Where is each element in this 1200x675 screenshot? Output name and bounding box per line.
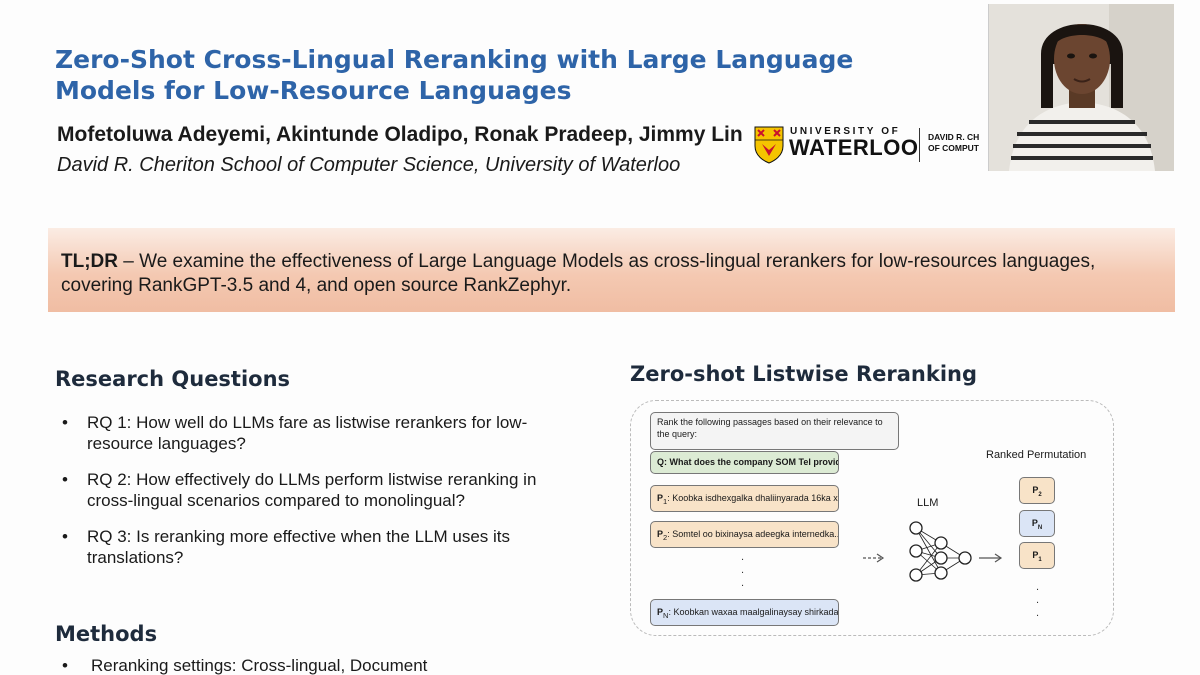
- list-item: • RQ 2: How effectively do LLMs perform l…: [62, 469, 562, 511]
- ranked-sub: 2: [1038, 491, 1042, 498]
- presenter-video-icon: [989, 4, 1174, 171]
- slide-title-line-1: Zero-Shot Cross-Lingual Reranking with L…: [55, 45, 854, 74]
- passage-box-n: PN: Koobkan waxaa maalgalinaysay shirkad…: [650, 599, 839, 626]
- research-questions-heading: Research Questions: [55, 367, 291, 391]
- ranked-sub: 1: [1038, 556, 1042, 563]
- logo-school-line-2: OF COMPUT: [928, 143, 979, 153]
- research-question-3: RQ 3: Is reranking more effective when t…: [87, 527, 510, 567]
- presenter-webcam: [988, 4, 1174, 171]
- logo-waterloo: WATERLOO: [789, 135, 919, 160]
- ranked-ellipsis: . . .: [1036, 581, 1039, 620]
- dot: .: [741, 551, 745, 563]
- tldr-banner: TL;DR – We examine the effectiveness of …: [48, 228, 1175, 312]
- ranked-permutation-label: Ranked Permutation: [986, 449, 1087, 461]
- list-item: • RQ 3: Is reranking more effective when …: [62, 526, 562, 568]
- llm-label: LLM: [917, 497, 939, 509]
- slide-title-line-2: Models for Low-Resource Languages: [55, 76, 572, 105]
- bullet: •: [62, 413, 68, 432]
- diagram-heading: Zero-shot Listwise Reranking: [630, 362, 978, 386]
- slide-title: Zero-Shot Cross-Lingual Reranking with L…: [55, 44, 855, 106]
- logo-divider: [919, 128, 920, 162]
- bullet: •: [62, 527, 68, 546]
- ranked-box-2: PN: [1019, 510, 1055, 537]
- logo-school-line-1: DAVID R. CH: [928, 132, 980, 142]
- dot: .: [1036, 607, 1040, 619]
- dot: .: [1036, 594, 1040, 606]
- dot: .: [741, 564, 745, 576]
- logo-school: DAVID R. CH OF COMPUT: [928, 132, 979, 154]
- list-item: • RQ 1: How well do LLMs fare as listwise…: [62, 412, 562, 454]
- methods-item-text: Reranking settings: Cross-lingual, Docum…: [91, 656, 428, 675]
- prompt-box: Rank the following passages based on the…: [650, 412, 899, 450]
- dot: .: [1036, 581, 1040, 593]
- passage-ellipsis: . . .: [741, 551, 744, 590]
- methods-heading: Methods: [55, 622, 158, 646]
- passage-text: : Somtel oo bixinaysa adeegka internedka…: [667, 529, 839, 539]
- bullet: •: [62, 656, 68, 675]
- reranking-diagram: Rank the following passages based on the…: [630, 400, 1114, 636]
- ranked-box-3: P1: [1019, 542, 1055, 569]
- passage-box-2: P2: Somtel oo bixinaysa adeegka interned…: [650, 521, 839, 548]
- passage-box-1: P1: Koobka isdhexgalka dhaliinyarada 16k…: [650, 485, 839, 512]
- passage-text: : Koobka isdhexgalka dhaliinyarada 16ka …: [667, 493, 839, 503]
- research-question-1: RQ 1: How well do LLMs fare as listwise …: [87, 413, 528, 453]
- passage-text: : Koobkan waxaa maalgalinaysay shirkada.…: [668, 607, 839, 617]
- methods-item-1: • Reranking settings: Cross-lingual, Docu…: [62, 656, 427, 675]
- research-questions-list: • RQ 1: How well do LLMs fare as listwise…: [62, 412, 562, 583]
- affiliation: David R. Cheriton School of Computer Sci…: [57, 154, 681, 176]
- tldr-label: TL;DR: [61, 251, 118, 272]
- research-question-2: RQ 2: How effectively do LLMs perform li…: [87, 470, 537, 510]
- neural-network-icon: [863, 521, 1003, 582]
- dot: .: [741, 577, 745, 589]
- bullet: •: [62, 470, 68, 489]
- tldr-text: – We examine the effectiveness of Large …: [61, 251, 1096, 296]
- waterloo-shield-icon: [754, 126, 784, 164]
- authors: Mofetoluwa Adeyemi, Akintunde Oladipo, R…: [57, 123, 743, 146]
- query-box: Q: What does the company SOM Tel provide…: [650, 451, 839, 474]
- ranked-box-1: P2: [1019, 477, 1055, 504]
- ranked-sub: N: [1037, 524, 1043, 531]
- waterloo-logo: UNIVERSITY OF WATERLOO DAVID R. CH OF CO…: [754, 124, 989, 168]
